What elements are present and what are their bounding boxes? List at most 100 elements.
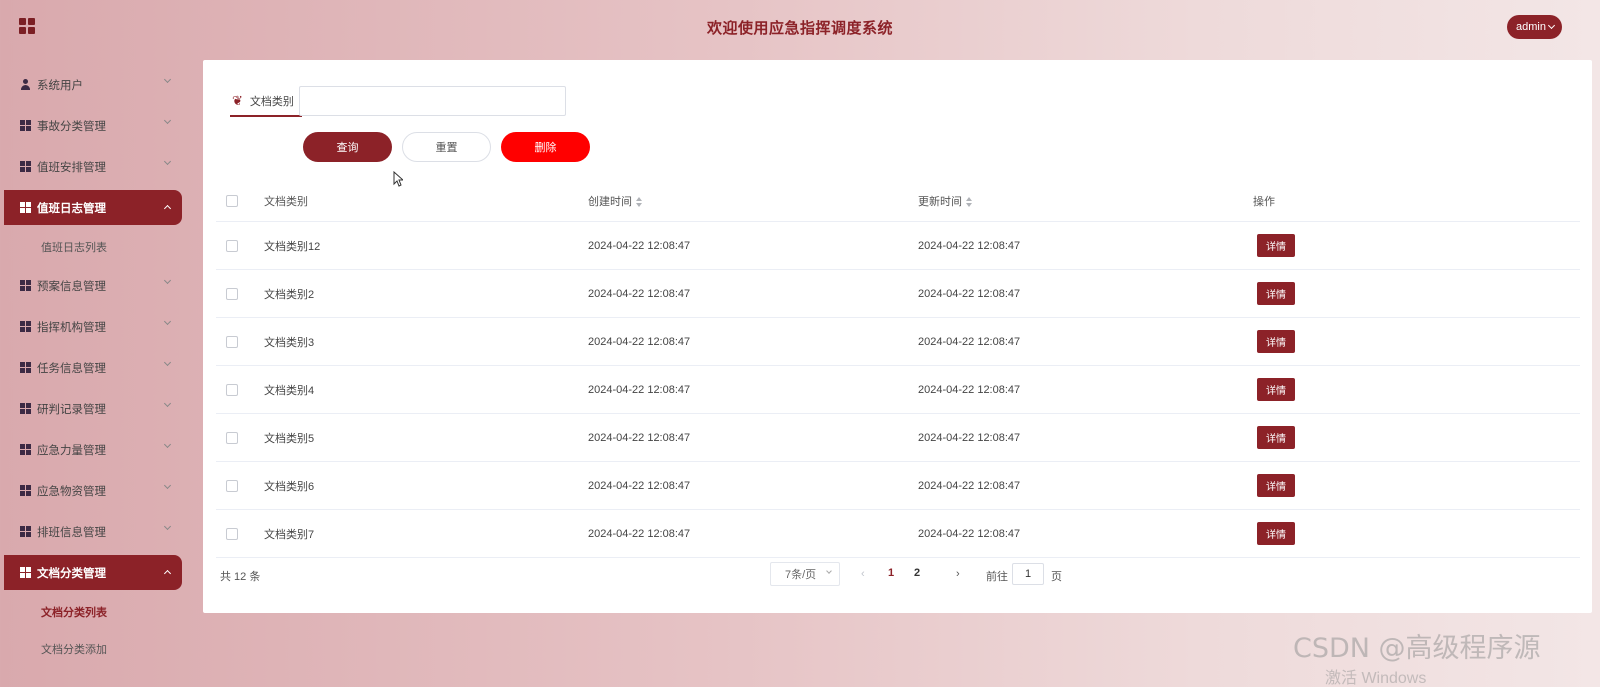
chevron-down-icon [163, 157, 172, 166]
user-icon [20, 79, 31, 90]
sidebar-item-task-info[interactable]: 任务信息管理 [4, 350, 182, 385]
reset-button[interactable]: 重置 [402, 132, 491, 162]
row-checkbox[interactable] [226, 431, 238, 444]
grid-icon [20, 444, 31, 455]
goto-label: 前往 [986, 571, 1008, 583]
detail-button[interactable]: 详情 [1257, 522, 1295, 545]
sidebar-item-system-users[interactable]: 系统用户 [4, 67, 182, 102]
sidebar-item-label: 值班日志管理 [37, 202, 106, 215]
sidebar-item-accident-category[interactable]: 事故分类管理 [4, 108, 182, 143]
page-size-select[interactable]: 7条/页 [770, 562, 840, 586]
page-1[interactable]: 1 [888, 567, 894, 579]
user-name: admin [1516, 21, 1546, 33]
cell-name: 文档类别7 [264, 528, 315, 541]
chevron-up-icon [163, 569, 172, 578]
grid-icon [20, 362, 31, 373]
table-row: 文档类别3 2024-04-22 12:08:47 2024-04-22 12:… [216, 318, 1580, 366]
cell-name: 文档类别4 [264, 384, 315, 397]
sidebar-item-label: 研判记录管理 [37, 403, 106, 416]
column-header-updated[interactable]: 更新时间 [918, 193, 1248, 209]
cell-created: 2024-04-22 12:08:47 [588, 239, 691, 252]
filter-label: ❦ 文档类别 [230, 87, 302, 117]
grid-icon [20, 403, 31, 414]
sidebar-item-analysis-record[interactable]: 研判记录管理 [4, 391, 182, 426]
user-menu-button[interactable]: admin [1507, 15, 1562, 39]
row-checkbox[interactable] [226, 287, 238, 300]
table-row: 文档类别12 2024-04-22 12:08:47 2024-04-22 12… [216, 222, 1580, 270]
detail-button[interactable]: 详情 [1257, 330, 1295, 353]
cell-created: 2024-04-22 12:08:47 [588, 287, 691, 300]
sidebar-item-label: 应急力量管理 [37, 444, 106, 457]
cell-name: 文档类别3 [264, 336, 315, 349]
detail-button[interactable]: 详情 [1257, 378, 1295, 401]
column-header-created[interactable]: 创建时间 [588, 193, 918, 209]
delete-button[interactable]: 删除 [501, 132, 590, 162]
detail-button[interactable]: 详情 [1257, 282, 1295, 305]
table-row: 文档类别7 2024-04-22 12:08:47 2024-04-22 12:… [216, 510, 1580, 558]
row-checkbox[interactable] [226, 479, 238, 492]
table-row: 文档类别4 2024-04-22 12:08:47 2024-04-22 12:… [216, 366, 1580, 414]
sidebar-item-command-org[interactable]: 指挥机构管理 [4, 309, 182, 344]
chevron-down-icon [163, 75, 172, 84]
cell-created: 2024-04-22 12:08:47 [588, 431, 691, 444]
main-panel: ❦ 文档类别 查询 重置 删除 文档类别 创建时间 更新时间 操作 文档类别12… [203, 60, 1592, 613]
sort-icon[interactable] [966, 196, 972, 207]
chevron-down-icon [163, 317, 172, 326]
grid-icon [20, 485, 31, 496]
sidebar-item-label: 应急物资管理 [37, 485, 106, 498]
sidebar-item-duty-schedule[interactable]: 值班安排管理 [4, 149, 182, 184]
chevron-down-icon [163, 276, 172, 285]
sidebar-subitem-doc-category-list[interactable]: 文档分类列表 [4, 596, 182, 627]
sidebar: 系统用户 事故分类管理 值班安排管理 值班日志管理 值班日志列表 预案信息管理 … [0, 67, 186, 670]
search-button[interactable]: 查询 [303, 132, 392, 162]
cell-created: 2024-04-22 12:08:47 [588, 527, 691, 540]
detail-button[interactable]: 详情 [1257, 426, 1295, 449]
grid-icon [20, 567, 31, 578]
row-checkbox[interactable] [226, 527, 238, 540]
table-row: 文档类别6 2024-04-22 12:08:47 2024-04-22 12:… [216, 462, 1580, 510]
sidebar-item-label: 预案信息管理 [37, 280, 106, 293]
column-header-created-label: 创建时间 [588, 195, 632, 208]
sidebar-item-shift-info[interactable]: 排班信息管理 [4, 514, 182, 549]
cell-updated: 2024-04-22 12:08:47 [918, 287, 1021, 300]
sidebar-item-duty-log[interactable]: 值班日志管理 [4, 190, 182, 225]
sidebar-item-label: 排班信息管理 [37, 526, 106, 539]
cell-name: 文档类别2 [264, 288, 315, 301]
detail-button[interactable]: 详情 [1257, 234, 1295, 257]
sidebar-item-emergency-supplies[interactable]: 应急物资管理 [4, 473, 182, 508]
goto-page-input[interactable]: 1 [1012, 563, 1044, 585]
table-header-row: 文档类别 创建时间 更新时间 操作 [216, 180, 1580, 222]
grid-icon [20, 321, 31, 332]
feather-icon: ❦ [232, 93, 243, 108]
next-page-icon[interactable]: › [956, 568, 960, 580]
row-checkbox[interactable] [226, 383, 238, 396]
column-header-updated-label: 更新时间 [918, 195, 962, 208]
column-header-op: 操作 [1253, 195, 1275, 208]
pagination: 共 12 条 7条/页 ‹ 1 2 › 前往 1 页 [216, 560, 1580, 590]
cell-name: 文档类别5 [264, 432, 315, 445]
chevron-down-icon [163, 522, 172, 531]
select-all-checkbox[interactable] [226, 194, 238, 207]
sidebar-subitem-duty-log-list[interactable]: 值班日志列表 [4, 231, 182, 262]
sort-icon[interactable] [636, 196, 642, 207]
grid-icon [20, 120, 31, 131]
cell-name: 文档类别6 [264, 480, 315, 493]
sidebar-subitem-doc-category-add[interactable]: 文档分类添加 [4, 633, 182, 664]
total-count: 共 12 条 [220, 571, 261, 583]
chevron-down-icon [826, 568, 832, 574]
cell-created: 2024-04-22 12:08:47 [588, 335, 691, 348]
filter-label-text: 文档类别 [249, 96, 294, 108]
sidebar-item-doc-category[interactable]: 文档分类管理 [4, 555, 182, 590]
row-checkbox[interactable] [226, 335, 238, 348]
sidebar-item-plan-info[interactable]: 预案信息管理 [4, 268, 182, 303]
sidebar-item-emergency-force[interactable]: 应急力量管理 [4, 432, 182, 467]
page-2[interactable]: 2 [914, 567, 920, 579]
cell-created: 2024-04-22 12:08:47 [588, 383, 691, 396]
doc-category-input[interactable] [299, 86, 566, 116]
sidebar-item-label: 任务信息管理 [37, 362, 106, 375]
row-checkbox[interactable] [226, 239, 238, 252]
chevron-down-icon [163, 481, 172, 490]
cell-updated: 2024-04-22 12:08:47 [918, 239, 1021, 252]
prev-page-icon[interactable]: ‹ [861, 568, 865, 580]
detail-button[interactable]: 详情 [1257, 474, 1295, 497]
